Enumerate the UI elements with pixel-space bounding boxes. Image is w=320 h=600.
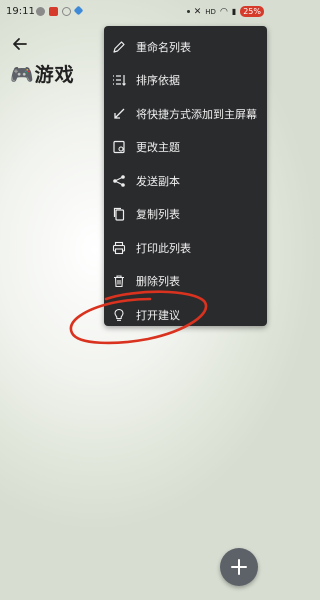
arrow-left-icon [13,38,27,50]
check-circle-icon [62,7,71,16]
printer-icon [112,241,126,255]
silent-icon: ✕ [193,6,202,17]
app-icon [73,5,84,16]
plus-icon [231,559,247,575]
menu-item-label: 打印此列表 [136,241,191,255]
menu-item-label: 删除列表 [136,275,180,289]
sort-icon [112,73,126,87]
add-item-fab[interactable] [220,548,258,586]
battery-badge: 25% [240,6,264,17]
menu-item-label: 排序依据 [136,74,180,88]
notification-icons [36,5,84,16]
theme-icon [112,140,126,154]
menu-item-label: 更改主题 [136,141,180,155]
wechat-icon [36,7,45,16]
hd-icon: HD [205,7,216,16]
menu-item-label: 打开建议 [136,308,180,322]
status-right: ✕ HD ◠ ▮ 25% [186,6,264,17]
menu-item-label: 复制列表 [136,208,180,222]
status-time: 19:11 [6,6,35,17]
signal-icon: ▮ [231,7,237,16]
menu-item-label: 将快捷方式添加到主屏幕 [136,107,257,121]
menu-item-label: 发送副本 [136,174,180,188]
pencil-icon [112,40,126,54]
shortcut-arrow-icon [112,107,126,121]
page-title-row: 🎮游戏 [10,60,75,87]
share-icon [112,174,126,188]
menu-item-delete[interactable]: 删除列表 [104,265,267,299]
menu-item-rename[interactable]: 重命名列表 [104,30,267,64]
menu-item-duplicate[interactable]: 复制列表 [104,198,267,232]
menu-item-send-copy[interactable]: 发送副本 [104,164,267,198]
wps-icon [49,7,58,16]
menu-item-open-suggestions[interactable]: 打开建议 [104,298,267,332]
menu-item-add-shortcut[interactable]: 将快捷方式添加到主屏幕 [104,97,267,131]
page-title: 🎮游戏 [10,64,75,86]
menu-item-label: 重命名列表 [136,40,191,54]
trash-icon [112,274,126,288]
menu-item-change-theme[interactable]: 更改主题 [104,131,267,165]
back-button[interactable] [10,34,30,54]
lightbulb-icon [112,308,126,322]
menu-item-print[interactable]: 打印此列表 [104,231,267,265]
wifi-icon: ◠ [219,6,228,17]
dot-icon [186,10,190,13]
menu-item-sort[interactable]: 排序依据 [104,64,267,98]
overflow-menu: 重命名列表 排序依据 将快捷方式添加到主屏幕 更改主题 发送副本 复制列表 打印… [104,26,267,326]
copy-icon [112,207,126,221]
status-bar: 19:11 ✕ HD ◠ ▮ 25% [0,0,270,24]
